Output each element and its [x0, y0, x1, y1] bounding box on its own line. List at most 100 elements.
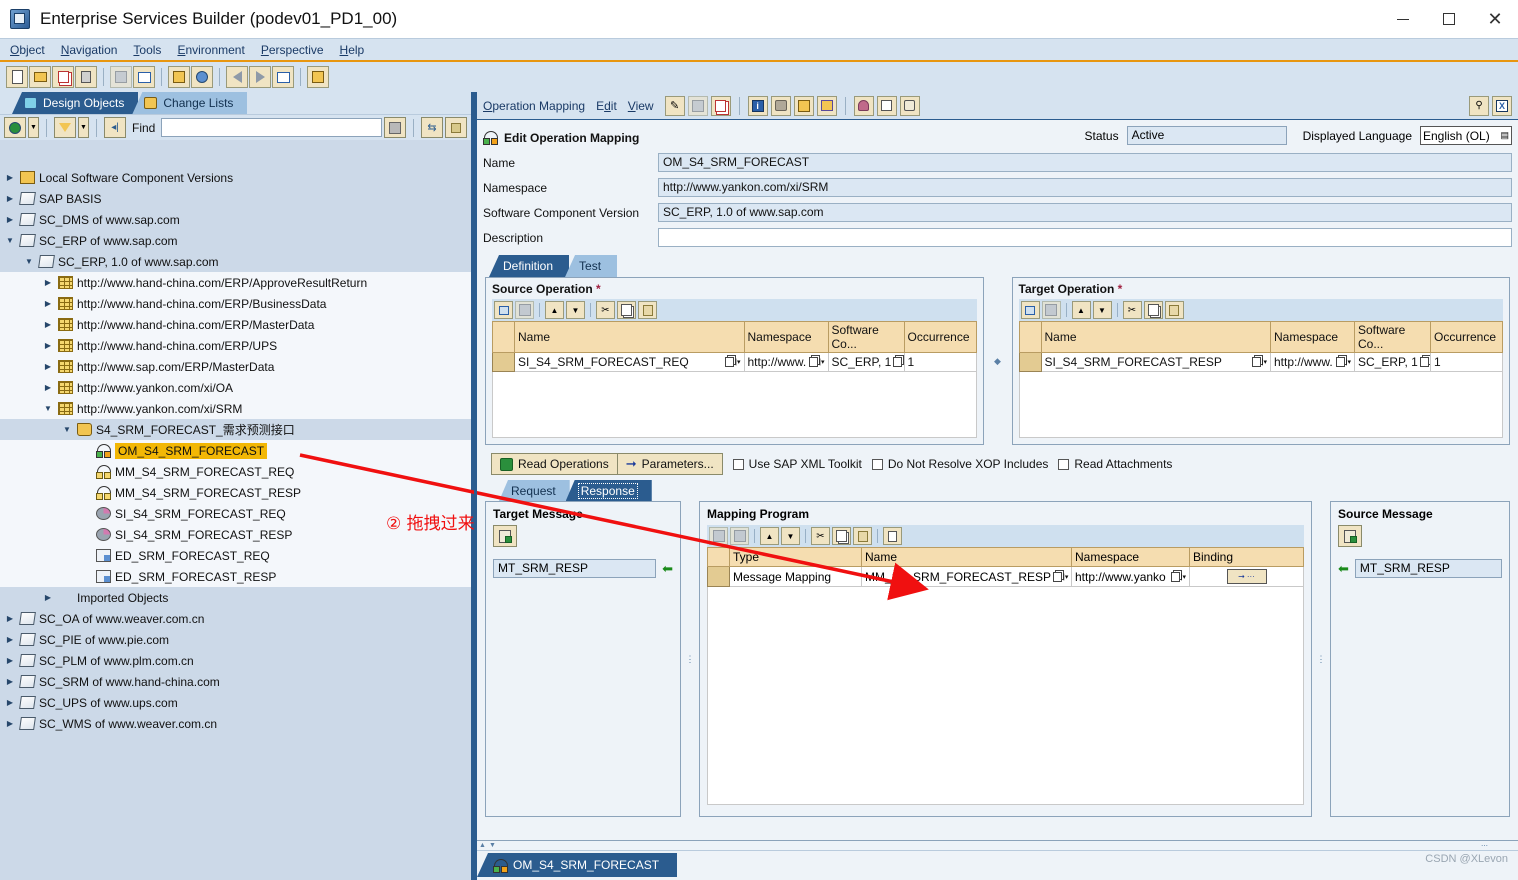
- cell-name[interactable]: MM_S4_SRM_FORECAST_RESP |▾: [861, 566, 1072, 587]
- chevron-right-icon[interactable]: [4, 719, 16, 728]
- copy-object-icon[interactable]: [710, 95, 731, 116]
- checkbox-box[interactable]: [871, 458, 883, 470]
- tree-item[interactable]: http://www.hand-china.com/ERP/BusinessDa…: [0, 293, 471, 314]
- chevron-right-icon[interactable]: [42, 341, 54, 350]
- tree-item[interactable]: SC_UPS of www.ups.com: [0, 692, 471, 713]
- resize-grip-icon[interactable]: ⋯: [1481, 842, 1488, 850]
- operations-splitter[interactable]: ◆: [992, 277, 1004, 445]
- value-help-icon[interactable]: |▾: [1170, 571, 1186, 582]
- tab-request[interactable]: Request: [499, 480, 570, 501]
- refresh-dropdown-icon[interactable]: ▼: [28, 117, 39, 138]
- insert-row-icon[interactable]: [709, 527, 728, 545]
- table-row[interactable]: SI_S4_SRM_FORECAST_REQ |▾ http://www. |▾: [492, 352, 977, 372]
- test-icon[interactable]: [853, 95, 874, 116]
- chevron-right-icon[interactable]: [4, 194, 16, 203]
- panel-splitter[interactable]: [474, 92, 477, 880]
- tree-item[interactable]: Local Software Component Versions: [0, 167, 471, 188]
- filter-icon[interactable]: [54, 117, 76, 138]
- menu-object[interactable]: Object: [10, 43, 45, 57]
- cell-namespace[interactable]: http://www. |▾: [1270, 352, 1355, 372]
- scroll-down-icon[interactable]: ▼: [489, 842, 496, 849]
- value-help-icon[interactable]: |▾: [725, 357, 741, 367]
- paste-icon[interactable]: [853, 527, 872, 545]
- pin-icon[interactable]: ⚲: [1469, 95, 1489, 116]
- cell-name[interactable]: SI_S4_SRM_FORECAST_RESP |▾: [1040, 352, 1271, 372]
- insert-row-icon[interactable]: [494, 301, 513, 319]
- tree-item[interactable]: http://www.hand-china.com/ERP/UPS: [0, 335, 471, 356]
- scroll-doc-icon[interactable]: [899, 95, 920, 116]
- checkbox-read-attachments[interactable]: Read Attachments: [1058, 457, 1172, 471]
- scroll-up-icon[interactable]: ▲: [479, 842, 486, 849]
- menu-help[interactable]: Help: [340, 43, 365, 57]
- new-icon[interactable]: [6, 66, 28, 88]
- chevron-right-icon[interactable]: [4, 677, 16, 686]
- activate-icon[interactable]: [133, 66, 155, 88]
- value-help-icon[interactable]: |▾: [809, 357, 825, 367]
- user-roles-icon[interactable]: [307, 66, 329, 88]
- tree-item[interactable]: SC_ERP, 1.0 of www.sap.com: [0, 251, 471, 272]
- search-input[interactable]: [161, 118, 382, 137]
- cell-swc[interactable]: SC_ERP, 1 |▾: [827, 352, 905, 372]
- table-row[interactable]: Message Mapping MM_S4_SRM_FORECAST_RESP …: [707, 566, 1304, 587]
- tree-item[interactable]: SC_PLM of www.plm.com.cn: [0, 650, 471, 671]
- menu-view[interactable]: View: [628, 99, 654, 113]
- delete-row-icon[interactable]: [515, 301, 534, 319]
- row-selector[interactable]: [1018, 352, 1042, 372]
- paste-icon[interactable]: [638, 301, 657, 319]
- new-mapping-icon[interactable]: [883, 527, 902, 545]
- filter-dropdown-icon[interactable]: ▼: [78, 117, 89, 138]
- chevron-right-icon[interactable]: [42, 593, 54, 602]
- move-down-icon[interactable]: ▼: [1092, 301, 1112, 319]
- tree-item[interactable]: http://www.sap.com/ERP/MasterData: [0, 356, 471, 377]
- menu-perspective[interactable]: Perspective: [261, 43, 324, 57]
- tree-item[interactable]: http://www.yankon.com/xi/SRM: [0, 398, 471, 419]
- row-selector[interactable]: [707, 566, 730, 587]
- where-used-list-icon[interactable]: [793, 95, 814, 116]
- cut-icon[interactable]: ✂: [596, 301, 615, 319]
- list-icon[interactable]: [272, 66, 294, 88]
- cut-icon[interactable]: ✂: [811, 527, 830, 545]
- tree-item[interactable]: OM_S4_SRM_FORECAST: [0, 440, 471, 461]
- chevron-down-icon[interactable]: [23, 257, 35, 266]
- target-mapping-splitter[interactable]: ⋮: [685, 501, 695, 817]
- cell-binding[interactable]: ➞ ···: [1189, 566, 1304, 587]
- chevron-right-icon[interactable]: [4, 656, 16, 665]
- language-select[interactable]: English (OL) ▤: [1420, 126, 1512, 145]
- checkbox-box[interactable]: [732, 458, 744, 470]
- checkbox-use-sap-xml-toolkit[interactable]: Use SAP XML Toolkit: [732, 457, 862, 471]
- parameters-button[interactable]: ➞ Parameters...: [616, 453, 723, 475]
- close-editor-icon[interactable]: X: [1492, 95, 1512, 116]
- tree-item[interactable]: SC_ERP of www.sap.com: [0, 230, 471, 251]
- config-icon[interactable]: [816, 95, 837, 116]
- stop-icon[interactable]: [445, 117, 467, 138]
- delete-row-icon[interactable]: [1041, 301, 1061, 319]
- checkbox-box[interactable]: [1058, 458, 1070, 470]
- maximize-button[interactable]: [1426, 0, 1472, 38]
- select-source-message-icon[interactable]: [1338, 525, 1362, 547]
- tree-item[interactable]: ED_SRM_FORECAST_REQ: [0, 545, 471, 566]
- save-icon[interactable]: [687, 95, 708, 116]
- tree-item[interactable]: SC_WMS of www.weaver.com.cn: [0, 713, 471, 734]
- move-down-icon[interactable]: ▼: [781, 527, 800, 545]
- select-target-message-icon[interactable]: [493, 525, 517, 547]
- cell-namespace[interactable]: http://www. |▾: [743, 352, 829, 372]
- paste-icon[interactable]: [1164, 301, 1184, 319]
- where-used-icon[interactable]: [168, 66, 190, 88]
- tree-item[interactable]: MM_S4_SRM_FORECAST_RESP: [0, 482, 471, 503]
- menu-edit[interactable]: Edit: [596, 99, 617, 113]
- chevron-right-icon[interactable]: [42, 299, 54, 308]
- value-help-icon[interactable]: |▾: [1419, 357, 1430, 367]
- namespace-field[interactable]: http://www.yankon.com/xi/SRM: [658, 178, 1512, 197]
- chevron-right-icon[interactable]: [4, 215, 16, 224]
- menu-navigation[interactable]: Navigation: [61, 43, 118, 57]
- read-operations-button[interactable]: Read Operations: [491, 453, 618, 475]
- value-help-icon[interactable]: |▾: [1251, 357, 1267, 367]
- chevron-right-icon[interactable]: [42, 278, 54, 287]
- tree-item[interactable]: SC_SRM of www.hand-china.com: [0, 671, 471, 692]
- chevron-down-icon[interactable]: [42, 404, 54, 413]
- cell-namespace[interactable]: http://www.yanko |▾: [1071, 566, 1190, 587]
- edit-pencil-icon[interactable]: ✎: [664, 95, 685, 116]
- move-up-icon[interactable]: ▲: [1071, 301, 1091, 319]
- chevron-right-icon[interactable]: [4, 635, 16, 644]
- save-all-icon[interactable]: [110, 66, 132, 88]
